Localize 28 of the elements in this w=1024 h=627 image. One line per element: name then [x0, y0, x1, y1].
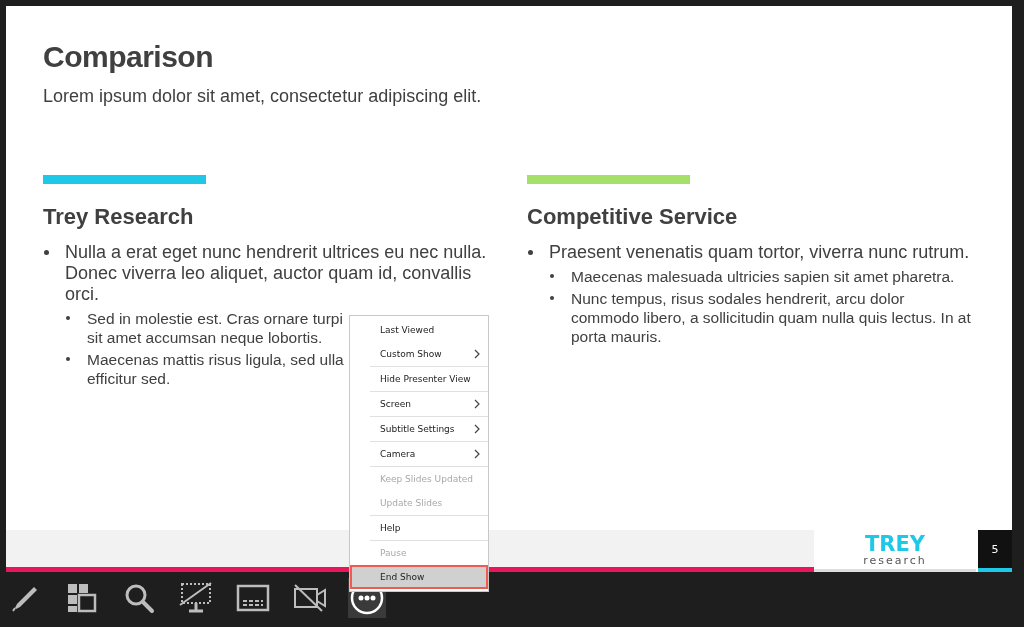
slide-title: Comparison — [43, 40, 215, 74]
chevron-right-icon — [474, 449, 480, 459]
menu-item[interactable]: Custom Show — [350, 342, 488, 366]
menu-item[interactable]: Hide Presenter View — [350, 367, 488, 391]
menu-item[interactable]: Screen — [350, 392, 488, 416]
bullet-text: Nunc tempus, risus sodales hendrerit, arcu dolor commodo libero, a sollicitudin quam nulla quis lectus. In at porta mauris. — [571, 289, 972, 346]
monitor-icon — [179, 582, 213, 614]
menu-item[interactable]: Help — [350, 516, 488, 540]
subtitles-icon — [236, 584, 270, 612]
menu-item[interactable]: Last Viewed — [350, 318, 488, 342]
chevron-right-icon — [474, 349, 480, 359]
bullet-text: Maecenas mattis risus ligula, sed ulla efficitur sed. — [87, 350, 344, 388]
chevron-right-icon — [474, 424, 480, 434]
bullet-text: Praesent venenatis quam tortor, viverra nunc rutrum. — [549, 242, 970, 263]
bullet-text: Nulla a erat eget nunc hendrerit ultrices eu nec nulla. Donec viverra leo aliquet, auctor quam id, convallis orci. — [65, 242, 488, 305]
bullet-text: Sed in molestie est. Cras ornare turpi sit amet accumsan neque lobortis. — [87, 309, 343, 347]
column-heading: Trey Research — [43, 204, 195, 230]
chevron-right-icon — [474, 399, 480, 409]
camera-off-icon — [292, 583, 328, 613]
slides-grid-icon — [66, 582, 98, 614]
slide-subtitle: Lorem ipsum dolor sit amet, consectetur adipiscing elit. — [43, 86, 483, 107]
menu-item[interactable]: End Show — [350, 565, 488, 589]
menu-item[interactable]: Camera — [350, 442, 488, 466]
page-number: 5 — [978, 530, 1012, 572]
search-icon — [123, 582, 155, 614]
bullet-text: Maecenas malesuada ultricies sapien sit amet pharetra. — [571, 267, 955, 286]
column-heading: Competitive Service — [527, 204, 739, 230]
menu-item[interactable]: Subtitle Settings — [350, 417, 488, 441]
